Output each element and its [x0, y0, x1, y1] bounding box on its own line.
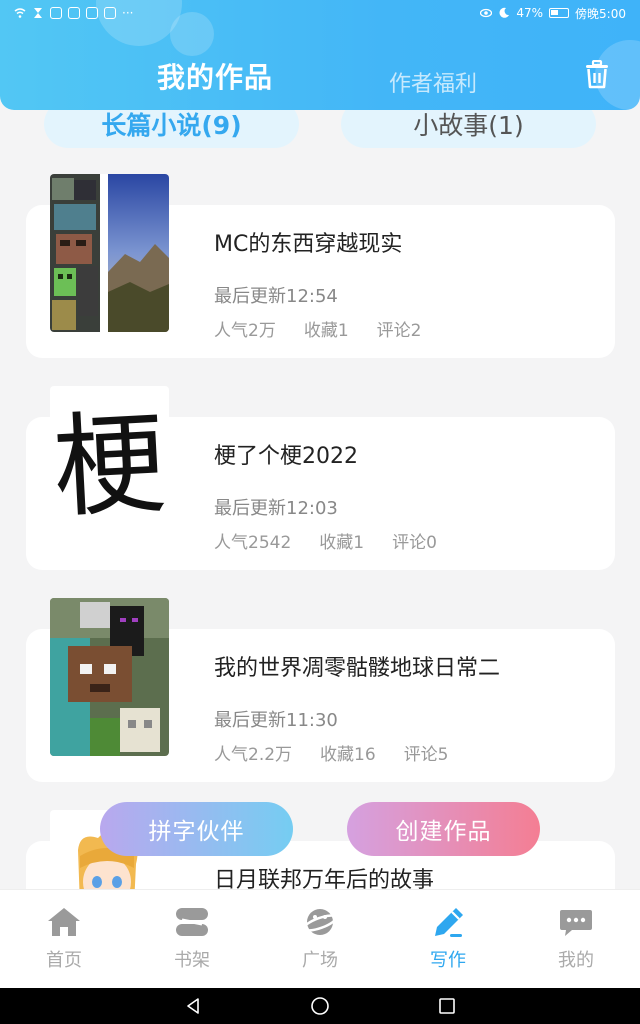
battery-icon — [549, 8, 570, 18]
status-left: ··· — [14, 6, 133, 20]
wifi-icon — [14, 8, 26, 18]
work-popularity: 人气2.2万 — [214, 745, 293, 765]
home-circle-icon[interactable] — [310, 996, 330, 1016]
work-favorites: 收藏1 — [303, 321, 349, 341]
work-stats: 人气2.2万 收藏16 评论5 — [214, 740, 449, 765]
nav-label-writing: 写作 — [430, 950, 466, 971]
work-cover-image[interactable] — [50, 598, 169, 756]
chat-bubble-icon — [560, 910, 592, 936]
nav-label-mine: 我的 — [558, 950, 594, 971]
work-popularity: 人气2万 — [214, 321, 276, 341]
home-icon — [48, 908, 80, 936]
work-title[interactable]: 梗了个梗2022 — [214, 438, 358, 470]
game-app-icon — [104, 7, 116, 19]
nav-item-home[interactable]: 首页 — [0, 890, 128, 988]
work-favorites: 收藏1 — [319, 533, 365, 553]
work-last-updated: 最后更新12:54 — [214, 286, 338, 307]
work-comments: 评论2 — [376, 321, 422, 341]
work-last-updated: 最后更新12:03 — [214, 498, 338, 519]
work-stats: 人气2542 收藏1 评论0 — [214, 528, 437, 553]
work-cover-image[interactable] — [50, 174, 169, 332]
moon-icon — [499, 7, 510, 18]
message-app-icon — [86, 7, 98, 19]
status-bar: ··· 47% 傍晚5:00 — [0, 0, 640, 26]
nav-label-bookshelf: 书架 — [174, 950, 210, 971]
eye-icon — [480, 8, 493, 18]
back-icon[interactable] — [184, 997, 202, 1015]
nav-item-bookshelf[interactable]: 书架 — [128, 890, 256, 988]
battery-percent: 47% — [516, 6, 544, 20]
work-last-updated: 最后更新11:30 — [214, 710, 338, 731]
nav-item-square[interactable]: 广场 — [256, 890, 384, 988]
shield-app-icon — [50, 7, 62, 19]
nav-item-mine[interactable]: 我的 — [512, 890, 640, 988]
cover-handwriting: 梗 — [50, 398, 169, 534]
page-title[interactable]: 我的作品 — [157, 56, 273, 96]
nav-label-square: 广场 — [302, 950, 338, 971]
hourglass-icon — [34, 8, 42, 18]
bookshelf-icon — [176, 908, 208, 936]
more-notifications: ··· — [122, 6, 134, 20]
planet-icon — [302, 909, 338, 935]
recents-icon[interactable] — [438, 997, 456, 1015]
work-title[interactable]: 我的世界凋零骷髅地球日常二 — [214, 650, 500, 682]
work-cover-image[interactable]: 梗 — [50, 386, 169, 544]
create-work-button[interactable]: 创建作品 — [347, 802, 540, 856]
bottom-nav: 首页 书架 广场 写作 我的 — [0, 889, 640, 988]
work-comments: 评论0 — [392, 533, 437, 553]
work-stats: 人气2万 收藏1 评论2 — [214, 316, 421, 341]
system-nav-bar — [0, 988, 640, 1024]
work-title[interactable]: MC的东西穿越现实 — [214, 226, 402, 258]
tab-author-welfare[interactable]: 作者福利 — [389, 66, 477, 98]
work-comments: 评论5 — [403, 745, 449, 765]
status-time: 傍晚5:00 — [575, 6, 626, 21]
trash-icon[interactable] — [584, 60, 610, 90]
writing-partner-button[interactable]: 拼字伙伴 — [100, 802, 293, 856]
nav-label-home: 首页 — [46, 950, 82, 971]
status-right: 47% 傍晚5:00 — [480, 5, 626, 22]
pen-icon — [435, 908, 463, 937]
work-favorites: 收藏16 — [320, 745, 376, 765]
app-icon — [68, 7, 80, 19]
work-popularity: 人气2542 — [214, 533, 292, 553]
nav-item-writing[interactable]: 写作 — [384, 890, 512, 988]
